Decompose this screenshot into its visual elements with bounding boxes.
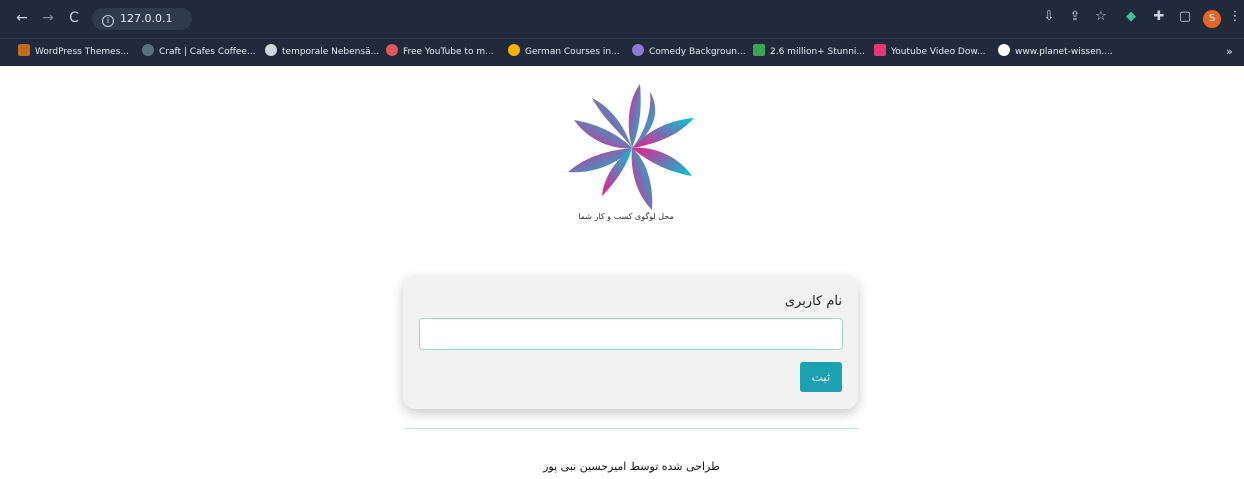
back-arrow-icon[interactable]: ← (12, 8, 32, 28)
menu-kebab-icon[interactable]: ⋮ (1226, 8, 1244, 26)
submit-button[interactable]: ثبت (800, 362, 842, 392)
bookmark-item[interactable]: Youtube Video Dow... (874, 44, 986, 60)
bookmark-item[interactable]: Comedy Backgroun... (632, 44, 746, 60)
extension-shield-icon[interactable]: ◆ (1122, 8, 1140, 26)
reload-icon[interactable]: C (64, 8, 84, 28)
wordpress-icon (18, 44, 30, 56)
side-panel-icon[interactable]: ▢ (1176, 8, 1194, 26)
username-form-card: نام کاربری ثبت (403, 276, 858, 409)
username-label: نام کاربری (784, 294, 842, 309)
address-text: 127.0.0.1 (120, 12, 173, 25)
footer-credit: طراحی شده توسط امیرحسین نبی پور (543, 460, 720, 473)
username-input[interactable] (419, 318, 843, 350)
info-icon[interactable]: i (102, 15, 114, 27)
business-logo-icon (568, 84, 694, 210)
bookmark-item[interactable]: German Courses in... (508, 44, 620, 60)
browser-toolbar: ← → C i 127.0.0.1 ⇩ ⇪ ☆ ◆ ✚ ▢ S ⋮ (0, 0, 1244, 38)
divider (404, 428, 859, 429)
share-icon[interactable]: ⇪ (1066, 8, 1084, 26)
address-bar[interactable]: i 127.0.0.1 (92, 8, 192, 30)
globe-icon (265, 44, 277, 56)
bookmark-item[interactable]: Free YouTube to m... (386, 44, 494, 60)
bookmark-item[interactable]: 2.6 million+ Stunni... (753, 44, 865, 60)
video-download-icon (874, 44, 886, 56)
comedy-icon (632, 44, 644, 56)
logo-caption: محل لوگوی کسب و کار شما (578, 212, 674, 221)
bookmark-item[interactable]: WordPress Themes... (18, 44, 129, 60)
pexels-icon (753, 44, 765, 56)
bookmark-star-icon[interactable]: ☆ (1092, 8, 1110, 26)
craft-icon (142, 44, 154, 56)
youtube-converter-icon (386, 44, 398, 56)
planet-wissen-icon (998, 44, 1010, 56)
bookmarks-bar: WordPress Themes... Craft | Cafes Coffee… (0, 38, 1244, 66)
bookmark-item[interactable]: temporale Nebensä... (265, 44, 379, 60)
forward-arrow-icon[interactable]: → (38, 8, 58, 28)
extensions-puzzle-icon[interactable]: ✚ (1150, 8, 1168, 26)
german-courses-icon (508, 44, 520, 56)
bookmark-item[interactable]: www.planet-wissen.... (998, 44, 1113, 60)
bookmark-item[interactable]: Craft | Cafes Coffee... (142, 44, 256, 60)
install-icon[interactable]: ⇩ (1040, 8, 1058, 26)
profile-avatar[interactable]: S (1203, 10, 1221, 28)
bookmarks-overflow-icon[interactable]: » (1226, 44, 1233, 60)
